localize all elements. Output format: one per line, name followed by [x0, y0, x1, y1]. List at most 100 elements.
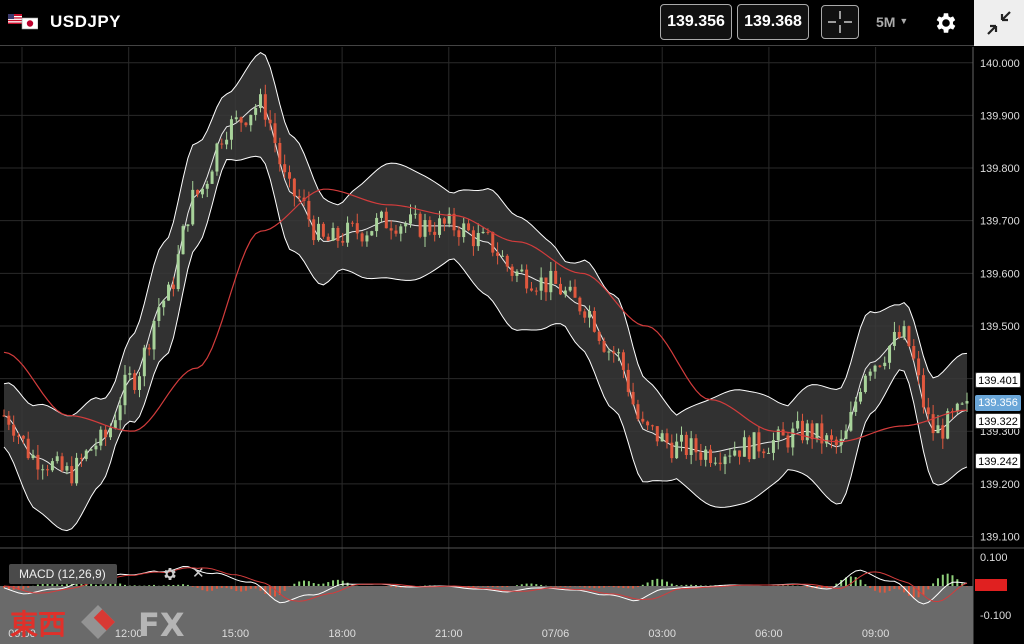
macd-bar: [477, 586, 480, 587]
macd-bar: [109, 583, 112, 586]
bid-price-button[interactable]: 139.356: [660, 4, 732, 40]
candle-body: [679, 434, 683, 442]
price-tick-label: 139.600: [980, 268, 1020, 280]
candle-body: [709, 449, 713, 464]
collapse-button[interactable]: [974, 0, 1024, 46]
macd-bar: [196, 586, 199, 588]
candle-body: [108, 428, 112, 438]
candle-body: [636, 404, 640, 419]
candle-body: [907, 326, 911, 346]
candle-body: [641, 418, 645, 422]
candle-body: [41, 469, 45, 471]
macd-bar: [888, 586, 891, 592]
candle-body: [554, 270, 558, 284]
macd-indicator-label[interactable]: MACD (12,26,9): [9, 564, 117, 584]
macd-bar: [94, 584, 97, 586]
macd-bar: [104, 584, 107, 586]
macd-bar: [922, 586, 925, 595]
macd-bar: [230, 586, 233, 590]
macd-bar: [936, 578, 939, 586]
macd-bar: [491, 586, 494, 588]
macd-bar: [177, 584, 180, 586]
candle-body: [476, 232, 480, 247]
macd-bar: [627, 586, 630, 589]
candle-body: [225, 139, 229, 145]
macd-bar: [332, 580, 335, 586]
candle-body: [288, 172, 292, 179]
macd-bar: [182, 584, 185, 586]
macd-bar: [685, 584, 688, 586]
macd-bar: [312, 583, 315, 586]
candle-body: [525, 269, 529, 289]
price-tick-label: 139.900: [980, 110, 1020, 122]
timeframe-dropdown[interactable]: 5M ▼: [876, 14, 908, 30]
macd-bar: [22, 586, 25, 590]
candle-body: [133, 373, 137, 390]
crosshair-icon: [828, 11, 852, 33]
candle-body: [568, 286, 572, 291]
macd-bar: [859, 579, 862, 586]
candle-body: [394, 230, 398, 234]
crosshair-button[interactable]: [821, 5, 859, 39]
candle-body: [621, 352, 625, 370]
candle-body: [384, 211, 388, 229]
price-chart[interactable]: 140.000 139.900 139.800 139.700 139.600 139.5…: [0, 47, 1024, 644]
candle-body: [873, 365, 877, 372]
candle-body: [486, 231, 490, 233]
candle-body: [360, 233, 364, 242]
macd-bar: [235, 586, 238, 592]
candle-body: [868, 371, 872, 376]
candle-body: [162, 300, 166, 308]
candle-body: [583, 311, 587, 318]
macd-bar: [501, 586, 504, 588]
macd-bar: [665, 581, 668, 586]
candle-body: [742, 437, 746, 457]
close-icon[interactable]: ✕: [192, 564, 205, 582]
candle-body: [762, 451, 766, 454]
candle-body: [50, 461, 54, 471]
macd-bar: [61, 584, 64, 586]
candle-body: [830, 435, 834, 440]
macd-bar: [864, 584, 867, 586]
candle-body: [283, 164, 287, 173]
symbol-title[interactable]: USDJPY: [50, 12, 121, 32]
macd-bar: [932, 583, 935, 586]
macd-bar: [656, 578, 659, 586]
candle-body: [791, 428, 795, 448]
candle-body: [844, 430, 848, 439]
gear-icon[interactable]: [933, 10, 959, 36]
candle-body: [689, 438, 693, 455]
price-tick-label: 139.200: [980, 479, 1020, 491]
candle-body: [244, 122, 248, 126]
candle-body: [258, 94, 262, 108]
macd-bar: [699, 585, 702, 586]
macd-bar: [830, 586, 833, 587]
macd-bar: [506, 586, 509, 588]
candle-body: [510, 266, 514, 276]
time-tick-label: 21:00: [435, 628, 463, 640]
gear-icon[interactable]: [162, 566, 178, 582]
candle-body: [12, 424, 16, 436]
macd-bar: [569, 586, 572, 587]
macd-bar: [254, 586, 257, 589]
macd-bar: [317, 583, 320, 586]
candle-body: [713, 462, 717, 464]
macd-bar: [583, 586, 586, 588]
macd-bar: [651, 579, 654, 586]
candle-body: [147, 347, 151, 350]
candle-body: [805, 423, 809, 441]
macd-tick-label: -0.100: [980, 610, 1011, 622]
ask-price-button[interactable]: 139.368: [737, 4, 809, 40]
candle-body: [428, 220, 432, 232]
candle-body: [17, 435, 21, 437]
candle-body: [196, 189, 200, 195]
candle-body: [399, 226, 403, 234]
candle-body: [849, 411, 853, 431]
macd-bar: [622, 586, 625, 588]
macd-bar: [854, 577, 857, 586]
candle-body: [331, 227, 335, 241]
macd-bar: [564, 586, 567, 587]
candle-body: [588, 310, 592, 318]
candle-body: [520, 269, 524, 272]
macd-bar: [878, 586, 881, 593]
